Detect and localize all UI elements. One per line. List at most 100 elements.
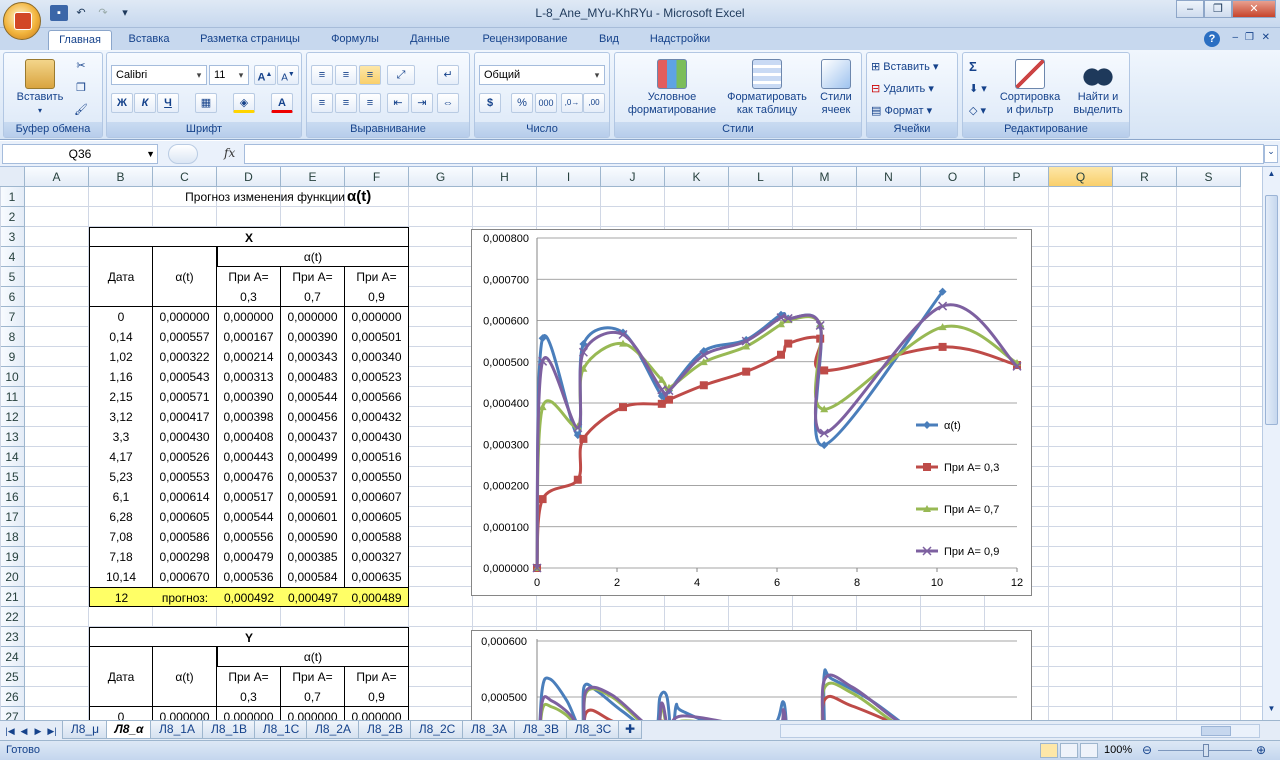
office-button[interactable]	[3, 2, 41, 40]
increase-decimal-icon[interactable]: ,0→	[561, 93, 583, 113]
table-x-cell[interactable]: 10,14	[89, 567, 153, 587]
table-x-cell[interactable]: 0,000476	[217, 467, 281, 487]
table-x-cell[interactable]: 0,000605	[153, 507, 217, 527]
table-x-cell[interactable]: 0,000298	[153, 547, 217, 567]
column-header-l[interactable]: L	[729, 167, 793, 187]
prev-sheet-icon[interactable]: ◀	[18, 724, 30, 738]
table-x-cell[interactable]: 0,000601	[281, 507, 345, 527]
row-header-24[interactable]: 24	[0, 647, 25, 667]
number-format-combo[interactable]: Общий ▾	[479, 65, 605, 85]
tab-addins[interactable]: Надстройки	[638, 30, 722, 50]
table-y-cell[interactable]: 0	[89, 707, 153, 720]
tab-insert[interactable]: Вставка	[120, 30, 178, 50]
table-x-cell[interactable]: 0,000456	[281, 407, 345, 427]
table-x-cell[interactable]: 0,000635	[345, 567, 409, 587]
table-x-cell[interactable]: 0,000556	[217, 527, 281, 547]
table-x-cell[interactable]: 0,000614	[153, 487, 217, 507]
table-x-cell[interactable]: 0	[89, 307, 153, 327]
decrease-indent-icon[interactable]: ⇤	[387, 93, 409, 113]
sheet-tab[interactable]: Л8_3В	[514, 721, 568, 739]
sheet-tab[interactable]: Л8_α	[106, 721, 152, 739]
align-right-icon[interactable]: ≡	[359, 93, 381, 113]
table-y-cell[interactable]: 0,000000	[281, 707, 345, 720]
find-select-button[interactable]: Найти и выделить	[1067, 59, 1129, 117]
column-header-m[interactable]: M	[793, 167, 857, 187]
table-x-col-date[interactable]: Дата	[89, 247, 153, 307]
chart-x[interactable]: 0,000000 0,000100 0,000200 0,000300 0,000400…	[471, 229, 1032, 596]
conditional-format-button[interactable]: Условное форматирование	[617, 59, 727, 117]
row-header-10[interactable]: 10	[0, 367, 25, 387]
table-x-col-prefix[interactable]: При А=	[217, 267, 281, 287]
table-x-a-value[interactable]: 0,7	[281, 287, 345, 307]
cell-styles-button[interactable]: Стили ячеек	[811, 59, 861, 117]
column-header-n[interactable]: N	[857, 167, 921, 187]
column-header-i[interactable]: I	[537, 167, 601, 187]
table-y-cell[interactable]: 0,000000	[153, 707, 217, 720]
row-header-5[interactable]: 5	[0, 267, 25, 287]
currency-button[interactable]: $	[479, 93, 501, 113]
worksheet-grid[interactable]: A B C D E F G H I J K L M N O P Q R S 1 2 3 4 5 6 7 8 9 10 11 12 13 14 15…	[0, 167, 1262, 720]
cut-icon[interactable]: ✂	[70, 57, 92, 77]
table-x-cell[interactable]: 0,000437	[281, 427, 345, 447]
zoom-slider-thumb[interactable]	[1203, 744, 1209, 757]
table-y-cell[interactable]: 0,000000	[217, 707, 281, 720]
column-header-d[interactable]: D	[217, 167, 281, 187]
table-x-cell[interactable]: 0,000432	[345, 407, 409, 427]
zoom-in-icon[interactable]: ⊕	[1256, 743, 1266, 757]
column-header-q[interactable]: Q	[1049, 167, 1113, 187]
table-x-cell[interactable]: 3,12	[89, 407, 153, 427]
clear-icon[interactable]: ◇ ▾	[969, 101, 986, 121]
table-y-col-prefix[interactable]: При А=	[281, 667, 345, 687]
table-x-cell[interactable]: 0,000571	[153, 387, 217, 407]
formula-input[interactable]	[244, 144, 1264, 164]
bold-button[interactable]: Ж	[111, 93, 133, 113]
table-x-cell[interactable]: 0,000543	[153, 367, 217, 387]
table-x-col-prefix[interactable]: При А=	[281, 267, 345, 287]
fill-color-icon[interactable]: ◈	[233, 93, 255, 113]
row-header-14[interactable]: 14	[0, 447, 25, 467]
zoom-level[interactable]: 100%	[1104, 744, 1132, 756]
tab-review[interactable]: Рецензирование	[470, 30, 580, 50]
table-x-cell[interactable]: 0,000566	[345, 387, 409, 407]
table-x-cell[interactable]: 0,000479	[217, 547, 281, 567]
column-header-s[interactable]: S	[1177, 167, 1241, 187]
table-x-a-value[interactable]: 0,9	[345, 287, 409, 307]
table-y-caption[interactable]: Y	[89, 627, 409, 647]
table-x-cell[interactable]: 0,000586	[153, 527, 217, 547]
row-header-13[interactable]: 13	[0, 427, 25, 447]
sheet-tab[interactable]: Л8_1А	[150, 721, 204, 739]
align-middle-icon[interactable]: ≡	[335, 65, 357, 85]
row-header-27[interactable]: 27	[0, 707, 25, 720]
scroll-up-icon[interactable]: ▲	[1265, 169, 1278, 183]
table-x-cell[interactable]: 0,000000	[153, 307, 217, 327]
row-header-26[interactable]: 26	[0, 687, 25, 707]
horizontal-scroll-thumb[interactable]	[1201, 726, 1231, 736]
ribbon-minimize-icon[interactable]: –	[1232, 32, 1238, 43]
row-header-17[interactable]: 17	[0, 507, 25, 527]
table-x-cell[interactable]: 0,000544	[281, 387, 345, 407]
table-x-cell[interactable]: 0,000417	[153, 407, 217, 427]
row-header-7[interactable]: 7	[0, 307, 25, 327]
formula-cancel-enter[interactable]	[168, 144, 198, 164]
sheet-tab[interactable]: Л8_3А	[462, 721, 516, 739]
column-header-j[interactable]: J	[601, 167, 665, 187]
percent-button[interactable]: %	[511, 93, 533, 113]
format-painter-icon[interactable]: 🖌	[70, 101, 92, 121]
table-x-cell[interactable]: 0,000214	[217, 347, 281, 367]
horizontal-scrollbar[interactable]	[780, 724, 1260, 738]
table-x-cell[interactable]: 0,000605	[345, 507, 409, 527]
zoom-out-icon[interactable]: ⊖	[1142, 743, 1152, 757]
table-x-cell[interactable]: 0,000327	[345, 547, 409, 567]
table-y-a-value[interactable]: 0,7	[281, 687, 345, 707]
ribbon-restore-icon[interactable]: ❐	[1245, 32, 1254, 43]
table-x-cell[interactable]: 1,02	[89, 347, 153, 367]
table-x-cell[interactable]: 2,15	[89, 387, 153, 407]
column-header-c[interactable]: C	[153, 167, 217, 187]
tab-data[interactable]: Данные	[398, 30, 462, 50]
italic-button[interactable]: К	[134, 93, 156, 113]
table-x-alpha-group[interactable]: α(t)	[217, 247, 409, 267]
insert-cells-button[interactable]: ⊞ Вставить ▾	[871, 57, 939, 77]
table-x-cell[interactable]: 0,000501	[345, 327, 409, 347]
sheet-tab[interactable]: Л8_1В	[202, 721, 256, 739]
forecast-cell[interactable]: 0,000497	[281, 587, 345, 607]
